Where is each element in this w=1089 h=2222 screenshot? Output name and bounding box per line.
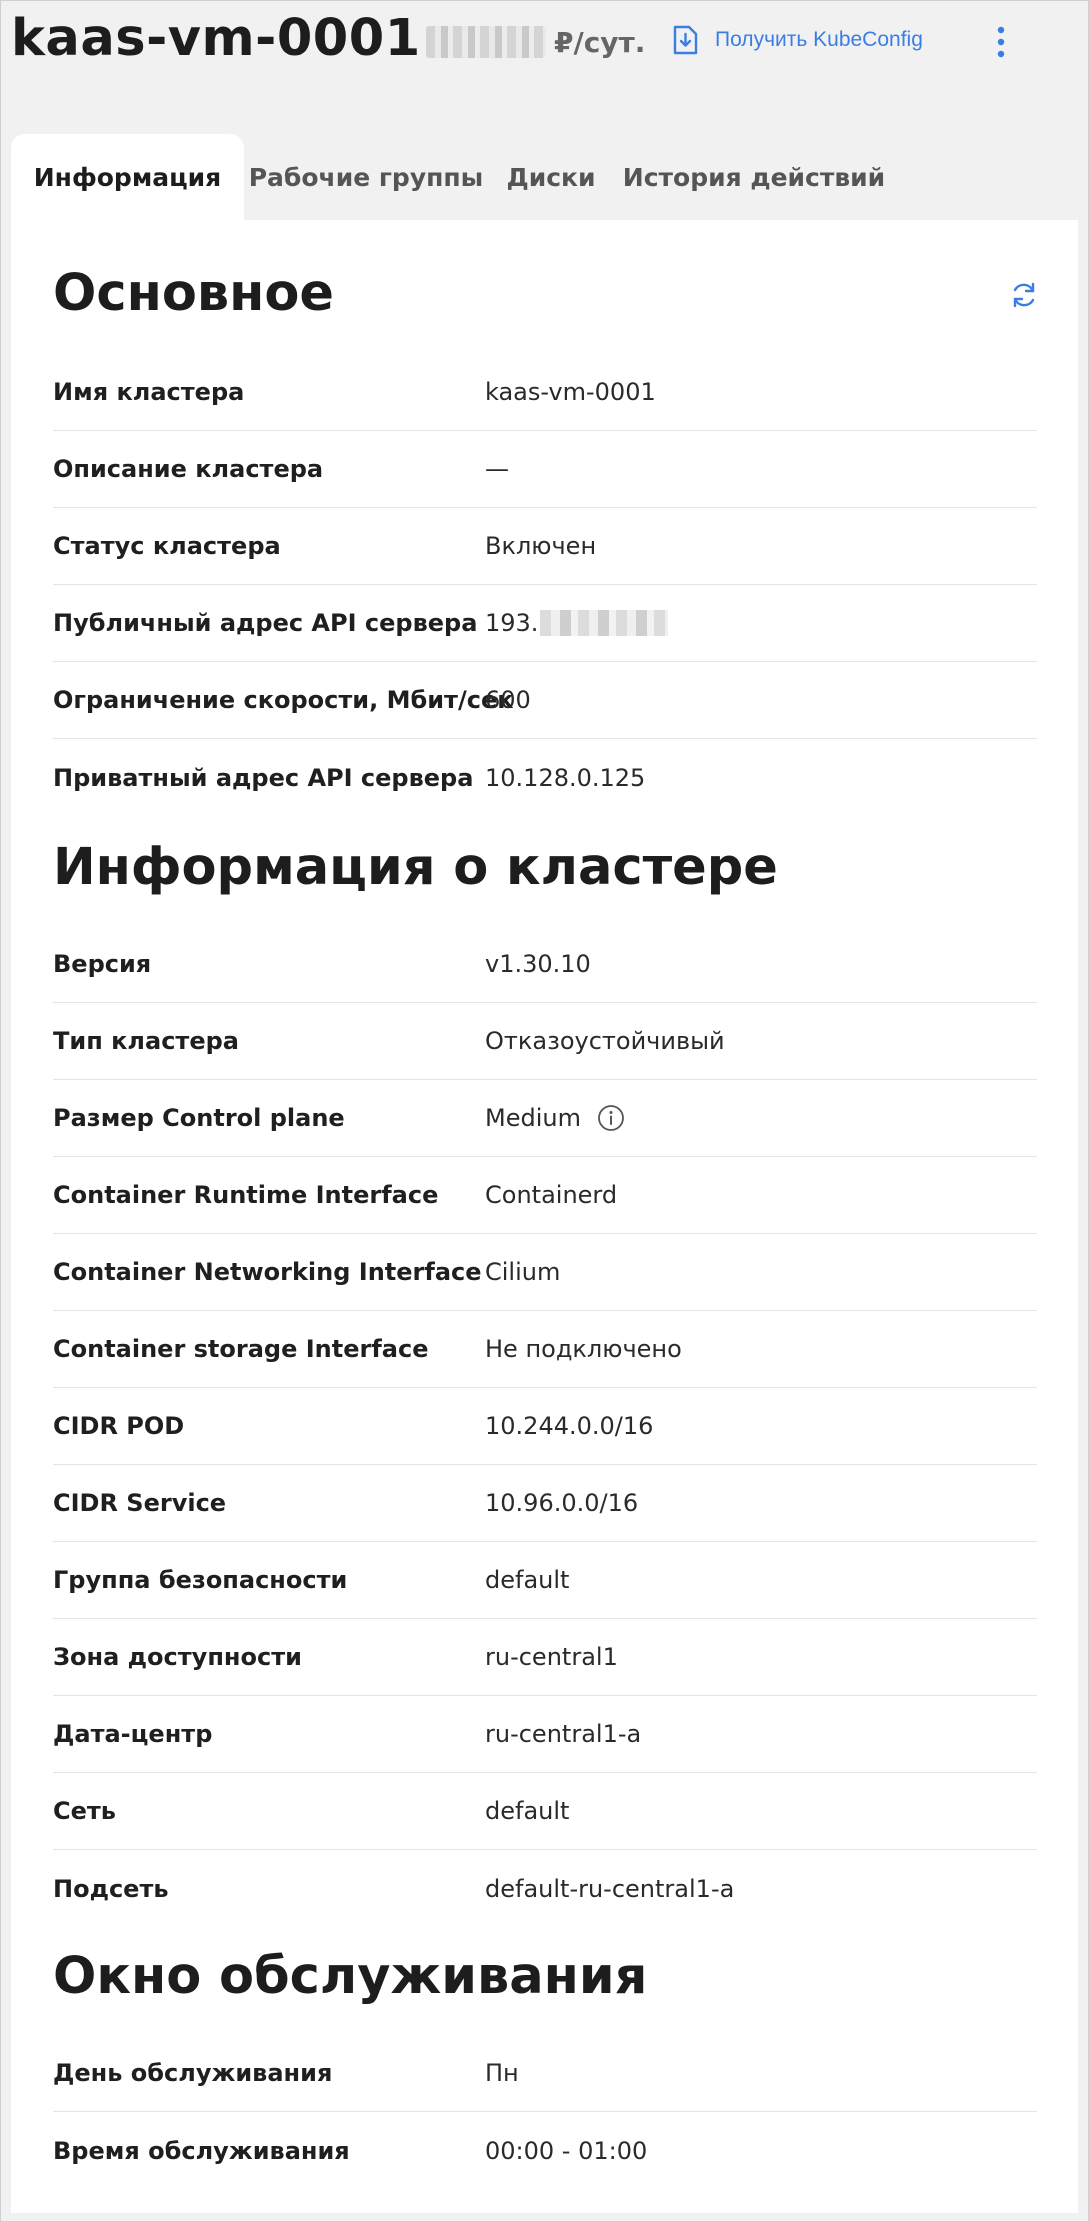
price-per-day: ₽/сут. [426, 24, 645, 60]
row-private-api-address: Приватный адрес API сервера 10.128.0.125 [53, 739, 1037, 816]
row-label: Размер Control plane [53, 1104, 345, 1132]
row-availability-zone: Зона доступности ru-central1 [53, 1619, 1037, 1696]
row-control-plane-size: Размер Control plane Medium [53, 1080, 1037, 1157]
tab-action-history[interactable]: История действий [614, 134, 894, 220]
row-value: ru-central1-a [485, 1720, 642, 1748]
page-header: kaas-vm-0001 ₽/сут. Получить KubeConfig [1, 1, 1088, 126]
row-value: Включен [485, 532, 597, 560]
info-card: Основное Имя кластера kaas-vm-0001 Описа… [11, 220, 1078, 2213]
row-value: 600 [485, 686, 531, 714]
row-label: Публичный адрес API сервера [53, 609, 478, 637]
row-public-api-address: Публичный адрес API сервера 193. [53, 585, 1037, 662]
price-redacted [426, 26, 546, 58]
row-label: Ограничение скорости, Мбит/сек [53, 686, 514, 714]
row-value: Пн [485, 2059, 519, 2087]
price-unit: ₽/сут. [554, 25, 646, 59]
row-cri: Container Runtime Interface Containerd [53, 1157, 1037, 1234]
tab-info[interactable]: Информация [11, 134, 244, 220]
row-value: Medium [485, 1080, 625, 1156]
row-label: Имя кластера [53, 378, 245, 406]
row-label: Дата-центр [53, 1720, 213, 1748]
control-plane-size-value: Medium [485, 1104, 581, 1132]
row-subnet: Подсеть default-ru-central1-a [53, 1850, 1037, 1927]
row-value: default-ru-central1-a [485, 1874, 735, 1903]
row-label: Версия [53, 950, 152, 978]
section-title-cluster-info: Информация о кластере [53, 838, 778, 897]
row-csi: Container storage Interface Не подключен… [53, 1311, 1037, 1388]
row-label: Container Networking Interface [53, 1258, 482, 1286]
row-value: Отказоустойчивый [485, 1027, 725, 1055]
section-title-basic: Основное [53, 264, 334, 323]
row-label: Статус кластера [53, 532, 281, 560]
tab-bar: Информация Рабочие группы Диски История … [11, 134, 894, 220]
tab-worker-groups[interactable]: Рабочие группы [244, 134, 488, 220]
row-maintenance-day: День обслуживания Пн [53, 2035, 1037, 2112]
row-security-group: Группа безопасности default [53, 1542, 1037, 1619]
kebab-menu-icon[interactable] [987, 23, 1015, 61]
row-label: Сеть [53, 1797, 116, 1825]
row-label: Группа безопасности [53, 1566, 348, 1594]
row-label: День обслуживания [53, 2059, 333, 2087]
row-value: 00:00 - 01:00 [485, 2136, 648, 2165]
row-value: Не подключено [485, 1335, 682, 1363]
row-label: CIDR Service [53, 1489, 227, 1517]
row-label: Описание кластера [53, 455, 324, 483]
row-cidr-service: CIDR Service 10.96.0.0/16 [53, 1465, 1037, 1542]
row-value: kaas-vm-0001 [485, 378, 656, 406]
cluster-title: kaas-vm-0001 [11, 9, 421, 68]
row-label: Container storage Interface [53, 1335, 429, 1363]
row-label: Приватный адрес API сервера [53, 763, 474, 792]
row-value: Containerd [485, 1181, 618, 1209]
info-icon[interactable] [597, 1104, 625, 1132]
download-icon [673, 25, 698, 55]
kubeconfig-label: Получить KubeConfig [715, 28, 923, 51]
row-cluster-status: Статус кластера Включен [53, 508, 1037, 585]
row-label: CIDR POD [53, 1412, 185, 1440]
row-label: Время обслуживания [53, 2136, 350, 2165]
row-cluster-name: Имя кластера kaas-vm-0001 [53, 354, 1037, 431]
row-value: 10.128.0.125 [485, 763, 646, 792]
row-value: 193. [485, 585, 669, 661]
row-label: Container Runtime Interface [53, 1181, 439, 1209]
get-kubeconfig-button[interactable]: Получить KubeConfig [669, 23, 923, 57]
row-cluster-type: Тип кластера Отказоустойчивый [53, 1003, 1037, 1080]
row-cni: Container Networking Interface Cilium [53, 1234, 1037, 1311]
public-ip-redacted [540, 610, 669, 636]
row-value: default [485, 1566, 570, 1594]
row-value: 10.244.0.0/16 [485, 1412, 654, 1440]
row-label: Подсеть [53, 1874, 169, 1903]
row-value: 10.96.0.0/16 [485, 1489, 639, 1517]
public-ip-prefix: 193. [485, 609, 539, 637]
row-cidr-pod: CIDR POD 10.244.0.0/16 [53, 1388, 1037, 1465]
row-cluster-description: Описание кластера — [53, 431, 1037, 508]
refresh-icon[interactable] [1009, 280, 1039, 310]
tab-disks[interactable]: Диски [488, 134, 614, 220]
row-network: Сеть default [53, 1773, 1037, 1850]
row-value: v1.30.10 [485, 950, 591, 978]
row-datacenter: Дата-центр ru-central1-a [53, 1696, 1037, 1773]
row-value: — [485, 455, 509, 483]
row-version: Версия v1.30.10 [53, 926, 1037, 1003]
row-speed-limit: Ограничение скорости, Мбит/сек 600 [53, 662, 1037, 739]
row-label: Тип кластера [53, 1027, 239, 1055]
row-maintenance-time: Время обслуживания 00:00 - 01:00 [53, 2112, 1037, 2189]
row-value: default [485, 1797, 570, 1825]
row-value: Cilium [485, 1258, 561, 1286]
row-value: ru-central1 [485, 1643, 618, 1671]
section-title-maintenance: Окно обслуживания [53, 1947, 648, 2006]
row-label: Зона доступности [53, 1643, 302, 1671]
